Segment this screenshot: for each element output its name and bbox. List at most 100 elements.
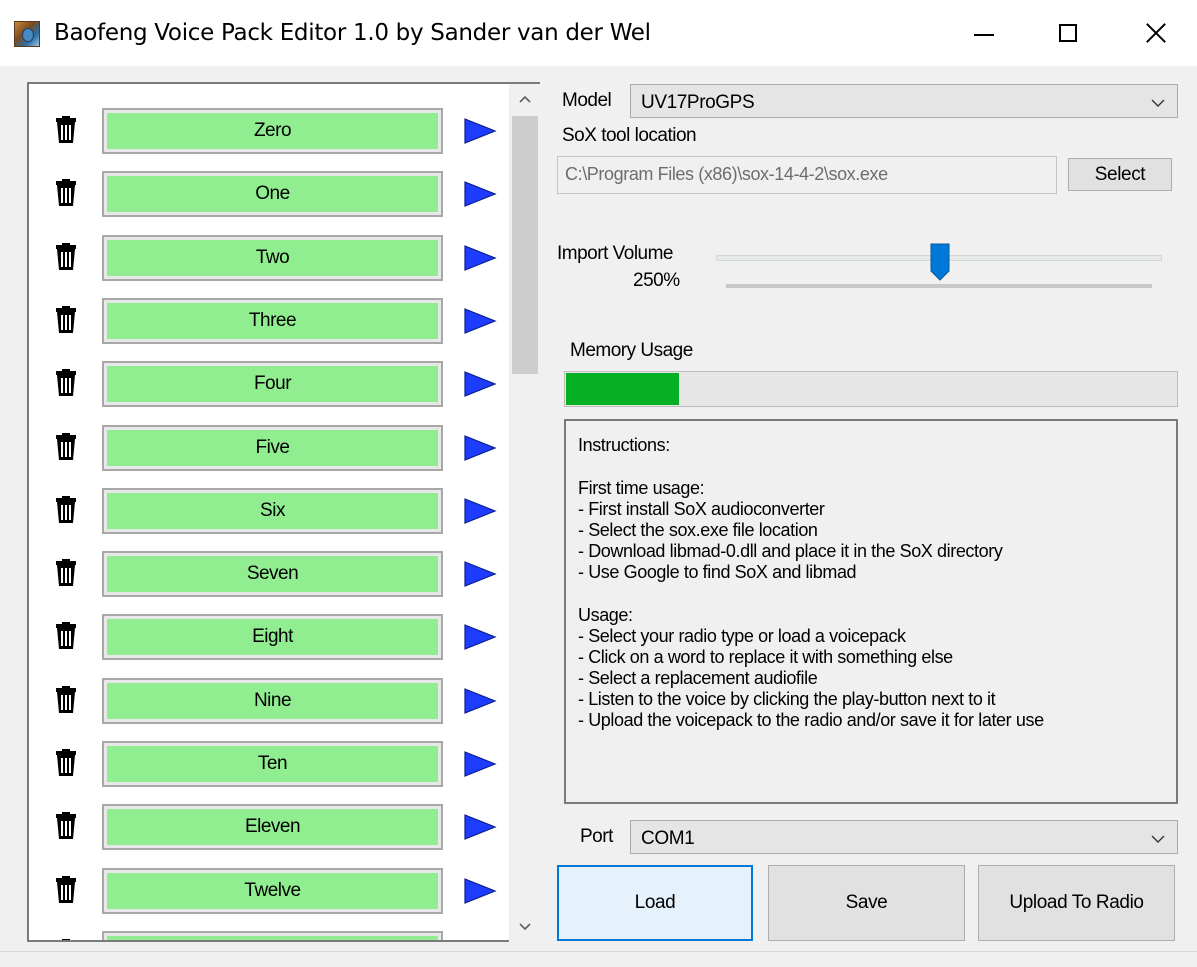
- trash-icon[interactable]: [55, 242, 77, 271]
- trash-icon[interactable]: [55, 369, 77, 397]
- word-button[interactable]: One: [102, 171, 443, 218]
- word-button[interactable]: Five: [102, 424, 443, 471]
- trash-icon[interactable]: [55, 116, 77, 144]
- select-sox-button[interactable]: Select: [1068, 158, 1172, 191]
- maximize-icon: [1059, 24, 1077, 42]
- trash-icon[interactable]: [55, 622, 77, 650]
- trash-icon[interactable]: [55, 179, 77, 207]
- model-select-value: UV17ProGPS: [641, 92, 755, 113]
- word-list-scrollbar[interactable]: [509, 84, 541, 942]
- play-icon[interactable]: [463, 877, 497, 905]
- word-row: Three: [29, 296, 511, 346]
- maximize-button[interactable]: [1037, 8, 1099, 58]
- sox-path-field[interactable]: C:\Program Files (x86)\sox-14-4-2\sox.ex…: [557, 156, 1057, 194]
- instruction-line: - Click on a word to replace it with som…: [578, 647, 953, 667]
- word-button[interactable]: Zero: [102, 108, 443, 154]
- model-select[interactable]: UV17ProGPS: [630, 84, 1178, 118]
- trash-icon[interactable]: [55, 432, 77, 461]
- word-button[interactable]: Four: [102, 361, 443, 408]
- word-button-label: Eight: [107, 619, 438, 656]
- slider-thumb[interactable]: [930, 243, 950, 281]
- word-button-label: Ten: [107, 746, 438, 782]
- word-button[interactable]: Nine: [102, 677, 443, 724]
- play-icon[interactable]: [463, 434, 497, 462]
- play-icon[interactable]: [463, 497, 497, 525]
- import-volume-value: 250%: [633, 270, 680, 291]
- play-icon[interactable]: [463, 623, 497, 651]
- trash-icon[interactable]: [55, 559, 77, 587]
- word-button-label: [107, 935, 438, 940]
- model-label: Model: [562, 90, 612, 111]
- word-button-label: Two: [107, 239, 438, 276]
- word-button-label: Four: [107, 366, 438, 403]
- word-row: Five: [29, 423, 511, 473]
- sox-location-label: SoX tool location: [562, 125, 697, 146]
- trash-icon[interactable]: [55, 812, 77, 840]
- play-icon[interactable]: [463, 687, 497, 715]
- word-row: Eight: [29, 612, 511, 662]
- word-row: Four: [29, 359, 511, 409]
- word-button[interactable]: Seven: [102, 551, 443, 598]
- trash-icon[interactable]: [55, 305, 77, 334]
- instructions-box: Instructions: First time usage: - First in…: [564, 419, 1178, 804]
- scroll-down-button[interactable]: [509, 912, 541, 942]
- word-button[interactable]: Ten: [102, 741, 443, 787]
- status-strip: [0, 951, 1197, 967]
- instruction-spacer: [578, 583, 1176, 605]
- play-icon[interactable]: [463, 560, 497, 588]
- play-icon[interactable]: [463, 813, 497, 841]
- port-select[interactable]: COM1: [630, 820, 1178, 854]
- word-button[interactable]: Two: [102, 234, 443, 281]
- trash-icon[interactable]: [55, 938, 77, 940]
- upload-to-radio-button[interactable]: Upload To Radio: [978, 865, 1175, 941]
- word-button[interactable]: Eleven: [102, 804, 443, 851]
- play-icon[interactable]: [463, 370, 497, 398]
- word-row: Ten: [29, 739, 511, 789]
- close-icon: [1146, 23, 1166, 43]
- minimize-button[interactable]: [953, 8, 1015, 58]
- instruction-line: - Select the sox.exe file location: [578, 520, 818, 540]
- word-button[interactable]: Twelve: [102, 867, 443, 914]
- word-button[interactable]: Eight: [102, 614, 443, 661]
- instruction-line: - Select your radio type or load a voice…: [578, 626, 906, 646]
- instruction-line: First time usage:: [578, 478, 705, 498]
- word-row: Twelve: [29, 866, 511, 916]
- word-button[interactable]: Six: [102, 487, 443, 534]
- close-button[interactable]: [1125, 8, 1187, 58]
- load-button[interactable]: Load: [557, 865, 753, 941]
- play-icon[interactable]: [463, 940, 497, 941]
- word-button-label: Seven: [107, 556, 438, 593]
- scroll-up-button[interactable]: [509, 84, 541, 114]
- word-button-label: Six: [107, 492, 438, 529]
- instruction-line: Usage:: [578, 605, 633, 625]
- word-list-panel: Zero One Two Three Four Five Six Seven Eight Nine…: [27, 82, 540, 942]
- play-icon[interactable]: [463, 117, 497, 145]
- word-row: One: [29, 169, 511, 219]
- play-icon[interactable]: [463, 307, 497, 335]
- instruction-line: - Use Google to find SoX and libmad: [578, 562, 857, 582]
- play-icon[interactable]: [463, 750, 497, 778]
- app-icon: [14, 21, 40, 47]
- instruction-line: - Download libmad-0.dll and place it in …: [578, 541, 1003, 561]
- save-button[interactable]: Save: [768, 865, 965, 941]
- memory-usage-bar: [564, 371, 1178, 407]
- word-button[interactable]: Three: [102, 297, 443, 344]
- play-icon[interactable]: [463, 244, 497, 272]
- trash-icon[interactable]: [55, 495, 77, 524]
- word-button[interactable]: [102, 930, 443, 940]
- import-volume-label: Import Volume: [557, 243, 674, 264]
- chevron-down-icon: [1151, 835, 1165, 844]
- port-label: Port: [580, 826, 613, 847]
- minimize-icon: [974, 34, 994, 36]
- trash-icon[interactable]: [55, 685, 77, 714]
- trash-icon[interactable]: [55, 749, 77, 777]
- word-button-label: Nine: [107, 682, 438, 719]
- play-icon[interactable]: [463, 180, 497, 208]
- word-button-label: One: [107, 176, 438, 213]
- trash-icon[interactable]: [55, 875, 77, 904]
- scroll-thumb[interactable]: [512, 116, 538, 374]
- memory-usage-label: Memory Usage: [570, 340, 693, 361]
- word-button-label: Five: [107, 429, 438, 466]
- word-row: Seven: [29, 549, 511, 599]
- slider-tick-bar: [726, 283, 1152, 288]
